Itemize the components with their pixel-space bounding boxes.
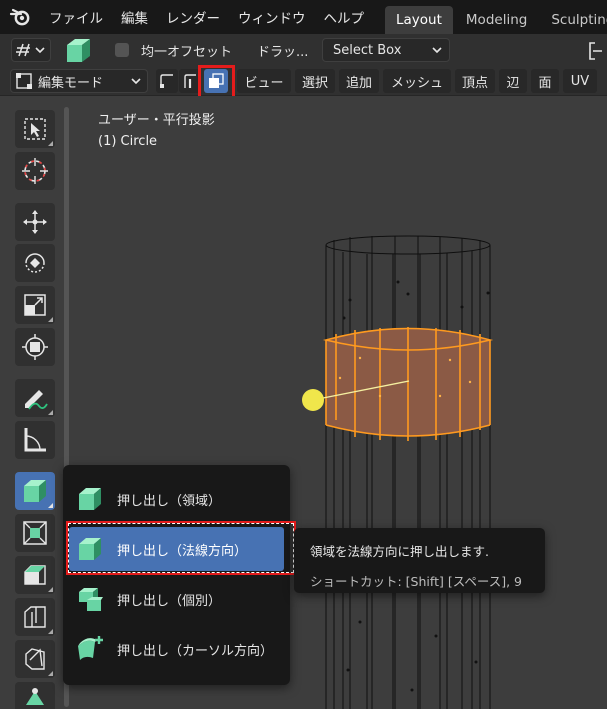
tool-settings-bar: 均一オフセット ドラッ... Select Box [0,34,607,66]
transform-icon[interactable] [587,40,607,62]
select-box-icon [24,118,46,140]
menu-edge[interactable]: 辺 [499,69,527,93]
mode-dropdown[interactable]: 編集モード [10,69,148,93]
tool-inset[interactable] [15,514,55,552]
tab-sculpting[interactable]: Sculpting [540,6,607,34]
measure-icon [24,428,46,452]
3d-cursor-icon [22,158,48,184]
edit-mode-icon [16,73,32,89]
menu-edit[interactable]: 編集 [112,7,157,27]
extrude-individual-icon [73,582,107,616]
menu-item-extrude-region[interactable]: 押し出し（領域） [69,477,284,521]
tool-cursor[interactable] [15,152,55,190]
tab-layout[interactable]: Layout [385,6,453,34]
inset-faces-icon [23,521,47,545]
blender-window: ファイル 編集 レンダー ウィンドウ ヘルプ Layout Modeling S… [0,0,607,709]
menu-uv[interactable]: UV [563,69,597,93]
select-box-dropdown[interactable]: Select Box [322,38,450,62]
menu-file[interactable]: ファイル [40,7,112,27]
tooltip-shortcut: ショートカット: [Shift] [スペース], 9 [310,574,522,589]
menu-item-label: 押し出し（領域） [117,493,222,509]
mode-label: 編集モード [38,75,104,91]
tool-poly-build[interactable] [15,682,55,709]
extrude-cursor-icon [73,632,107,666]
select-box-label: Select Box [333,42,402,58]
menu-vertex[interactable]: 頂点 [455,69,495,93]
tab-modeling[interactable]: Modeling [455,6,538,34]
menu-select[interactable]: 選択 [295,69,335,93]
even-offset-label: 均一オフセット [141,45,233,60]
menu-add[interactable]: 追加 [339,69,379,93]
menu-view[interactable]: ビュー [237,69,291,93]
transform-orientation-dropdown[interactable] [11,38,51,62]
menu-face[interactable]: 面 [531,69,559,93]
tool-extrude-region[interactable] [15,472,55,510]
menu-help[interactable]: ヘルプ [315,7,374,27]
tool-annotate[interactable] [15,379,55,417]
tool-bevel[interactable] [15,556,55,594]
workspace-tabs: Layout Modeling Sculpting [385,6,607,34]
blender-logo-icon[interactable] [0,0,40,34]
tool-measure[interactable] [15,421,55,459]
menu-render[interactable]: レンダー [157,7,229,27]
menu-window[interactable]: ウィンドウ [229,7,315,27]
tool-loop-cut[interactable] [15,598,55,636]
extrude-region-icon [73,482,107,516]
top-bar: ファイル 編集 レンダー ウィンドウ ヘルプ Layout Modeling S… [0,0,607,34]
extrude-region-icon [24,480,46,502]
tool-transform[interactable] [15,328,55,366]
annotate-icon [25,390,48,410]
dashed-selection-outline [68,523,294,573]
tool-move[interactable] [15,203,55,241]
menu-mesh[interactable]: メッシュ [383,69,451,93]
tooltip: 領域を法線方向に押し出します. ショートカット: [Shift] [スペース],… [294,528,545,593]
tool-select-box[interactable] [15,110,55,148]
even-offset-checkbox[interactable] [115,43,129,57]
tool-scale[interactable] [15,286,55,324]
vertex-select-icon [160,74,173,88]
menu-item-extrude-individual[interactable]: 押し出し（個別） [69,577,284,621]
orientation-icon [16,43,45,57]
rotate-icon [25,253,45,273]
tool-rotate[interactable] [15,244,55,282]
tooltip-description: 領域を法線方向に押し出します. [310,544,489,559]
menu-item-extrude-to-cursor[interactable]: 押し出し（カーソル方向） [69,627,284,671]
viewport-header: 編集モード ビュー 選択 追加 メッシュ 頂点 辺 面 UV [0,65,607,102]
drag-label: ドラッ... [257,45,309,60]
knife-icon [25,648,45,670]
transform-tool-icon [22,334,48,360]
vertex-select-mode-button[interactable] [156,69,178,93]
poly-build-icon [26,687,44,705]
move-icon [23,210,47,234]
menu-item-label: 押し出し（個別） [117,593,222,609]
loop-cut-icon [24,606,46,628]
menu-item-label: 押し出し（カーソル方向） [117,643,274,659]
bevel-icon [24,565,46,585]
extrude-region-tool-icon [63,36,93,64]
chevron-down-icon [432,47,442,54]
extrude-flyout-menu: 押し出し（領域） 押し出し（法線方向） 押し出し（個別） 押し出し（カーソル方向… [63,465,290,685]
edge-select-icon [184,74,196,88]
chevron-down-icon [131,78,141,85]
scale-icon [24,294,46,316]
tool-knife[interactable] [15,640,55,678]
